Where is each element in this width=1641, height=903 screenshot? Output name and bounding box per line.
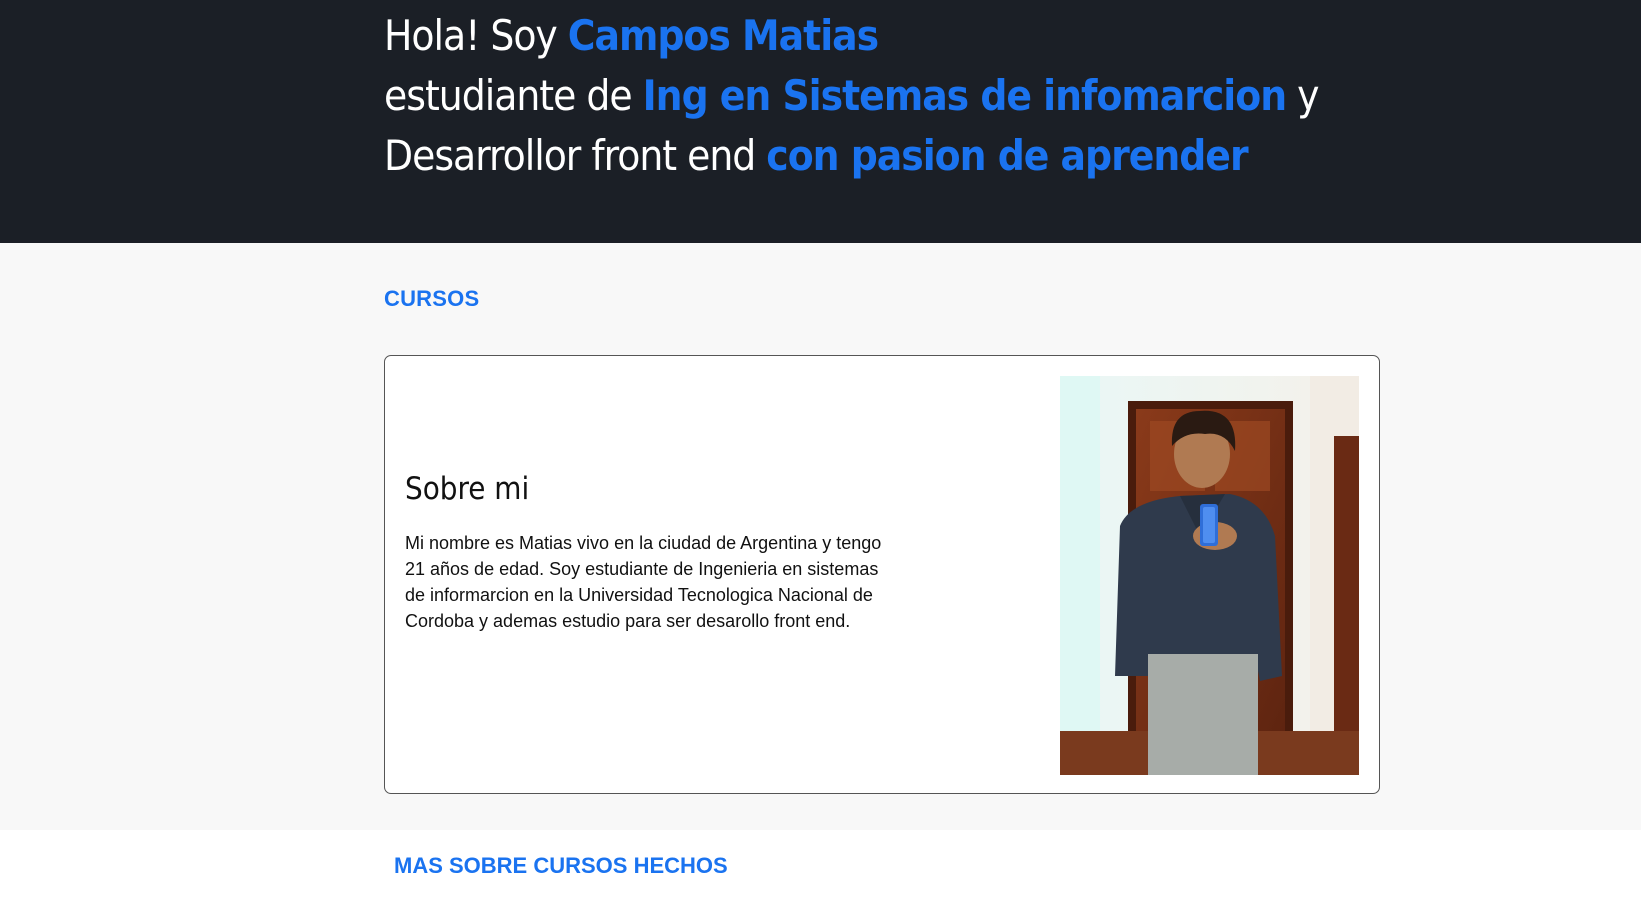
hero-line-3: Desarrollor front end con pasion de apre… [384,126,1318,186]
hero-banner: Hola! Soy Campos Matias estudiante de In… [0,0,1641,243]
hero-student-label: estudiante de [384,71,643,120]
cursos-section-title: CURSOS [384,286,480,311]
hero-greeting: Hola! Soy [384,11,568,60]
profile-photo-illustration [1060,376,1359,775]
hero-name: Campos Matias [567,11,879,60]
more-courses-title: MAS SOBRE CURSOS HECHOS [394,853,728,878]
hero-line-1: Hola! Soy Campos Matias [384,6,1318,66]
hero-role: Desarrollor front end [384,131,767,180]
hero-heading: Hola! Soy Campos Matias estudiante de In… [384,6,1319,186]
about-title: Sobre mi [405,471,530,507]
about-card: Sobre mi Mi nombre es Matias vivo en la … [384,355,1380,794]
hero-line-2: estudiante de Ing en Sistemas de infomar… [384,66,1319,126]
about-body: Mi nombre es Matias vivo en la ciudad de… [405,533,882,631]
hero-conjunction: y [1286,71,1319,120]
more-section-band [0,830,1641,903]
hero-motto: con pasion de aprender [766,131,1248,180]
profile-photo [1060,376,1359,775]
hero-career: Ing en Sistemas de infomarcion [642,71,1287,120]
